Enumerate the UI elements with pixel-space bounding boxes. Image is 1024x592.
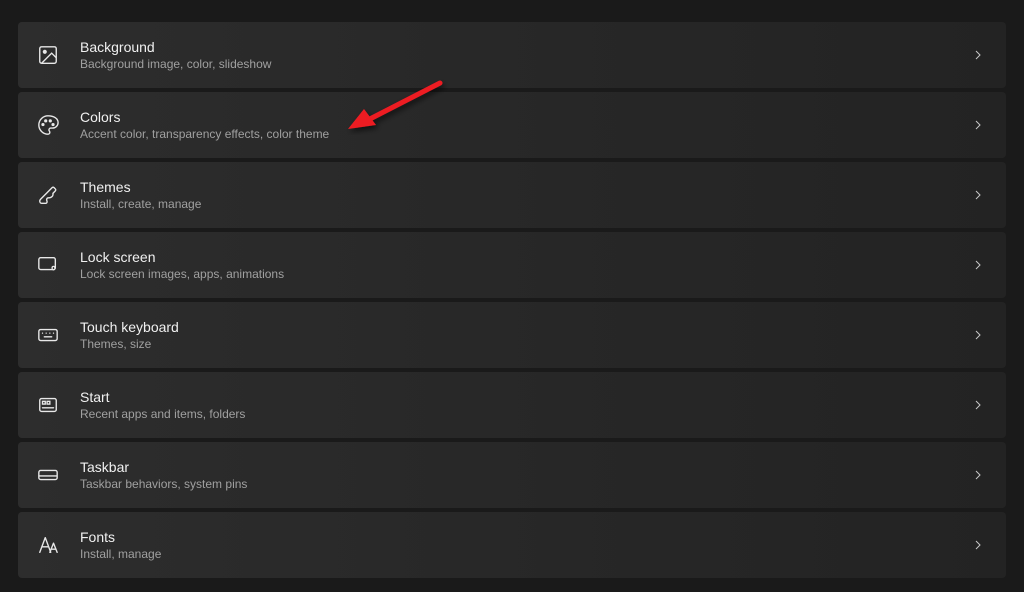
item-title: Taskbar <box>80 459 948 475</box>
item-desc: Lock screen images, apps, animations <box>80 267 948 281</box>
item-desc: Install, manage <box>80 547 948 561</box>
item-title: Lock screen <box>80 249 948 265</box>
chevron-right-icon <box>968 465 988 485</box>
fonts-icon <box>36 533 60 557</box>
item-desc: Recent apps and items, folders <box>80 407 948 421</box>
item-title: Fonts <box>80 529 948 545</box>
palette-icon <box>36 113 60 137</box>
chevron-right-icon <box>968 325 988 345</box>
personalization-settings-list: Background Background image, color, slid… <box>18 22 1006 578</box>
item-title: Background <box>80 39 948 55</box>
item-desc: Install, create, manage <box>80 197 948 211</box>
chevron-right-icon <box>968 45 988 65</box>
image-icon <box>36 43 60 67</box>
settings-item-start[interactable]: Start Recent apps and items, folders <box>18 372 1006 438</box>
start-icon <box>36 393 60 417</box>
item-desc: Accent color, transparency effects, colo… <box>80 127 948 141</box>
brush-icon <box>36 183 60 207</box>
item-desc: Taskbar behaviors, system pins <box>80 477 948 491</box>
settings-item-lock-screen[interactable]: Lock screen Lock screen images, apps, an… <box>18 232 1006 298</box>
text-group: Touch keyboard Themes, size <box>80 319 948 351</box>
text-group: Fonts Install, manage <box>80 529 948 561</box>
taskbar-icon <box>36 463 60 487</box>
keyboard-icon <box>36 323 60 347</box>
item-title: Touch keyboard <box>80 319 948 335</box>
text-group: Themes Install, create, manage <box>80 179 948 211</box>
lock-screen-icon <box>36 253 60 277</box>
item-title: Themes <box>80 179 948 195</box>
chevron-right-icon <box>968 185 988 205</box>
text-group: Start Recent apps and items, folders <box>80 389 948 421</box>
settings-item-themes[interactable]: Themes Install, create, manage <box>18 162 1006 228</box>
text-group: Background Background image, color, slid… <box>80 39 948 71</box>
settings-item-fonts[interactable]: Fonts Install, manage <box>18 512 1006 578</box>
chevron-right-icon <box>968 255 988 275</box>
settings-item-touch-keyboard[interactable]: Touch keyboard Themes, size <box>18 302 1006 368</box>
item-title: Colors <box>80 109 948 125</box>
settings-item-background[interactable]: Background Background image, color, slid… <box>18 22 1006 88</box>
text-group: Lock screen Lock screen images, apps, an… <box>80 249 948 281</box>
settings-item-taskbar[interactable]: Taskbar Taskbar behaviors, system pins <box>18 442 1006 508</box>
chevron-right-icon <box>968 395 988 415</box>
chevron-right-icon <box>968 535 988 555</box>
chevron-right-icon <box>968 115 988 135</box>
text-group: Taskbar Taskbar behaviors, system pins <box>80 459 948 491</box>
text-group: Colors Accent color, transparency effect… <box>80 109 948 141</box>
item-desc: Background image, color, slideshow <box>80 57 948 71</box>
settings-item-colors[interactable]: Colors Accent color, transparency effect… <box>18 92 1006 158</box>
item-desc: Themes, size <box>80 337 948 351</box>
item-title: Start <box>80 389 948 405</box>
